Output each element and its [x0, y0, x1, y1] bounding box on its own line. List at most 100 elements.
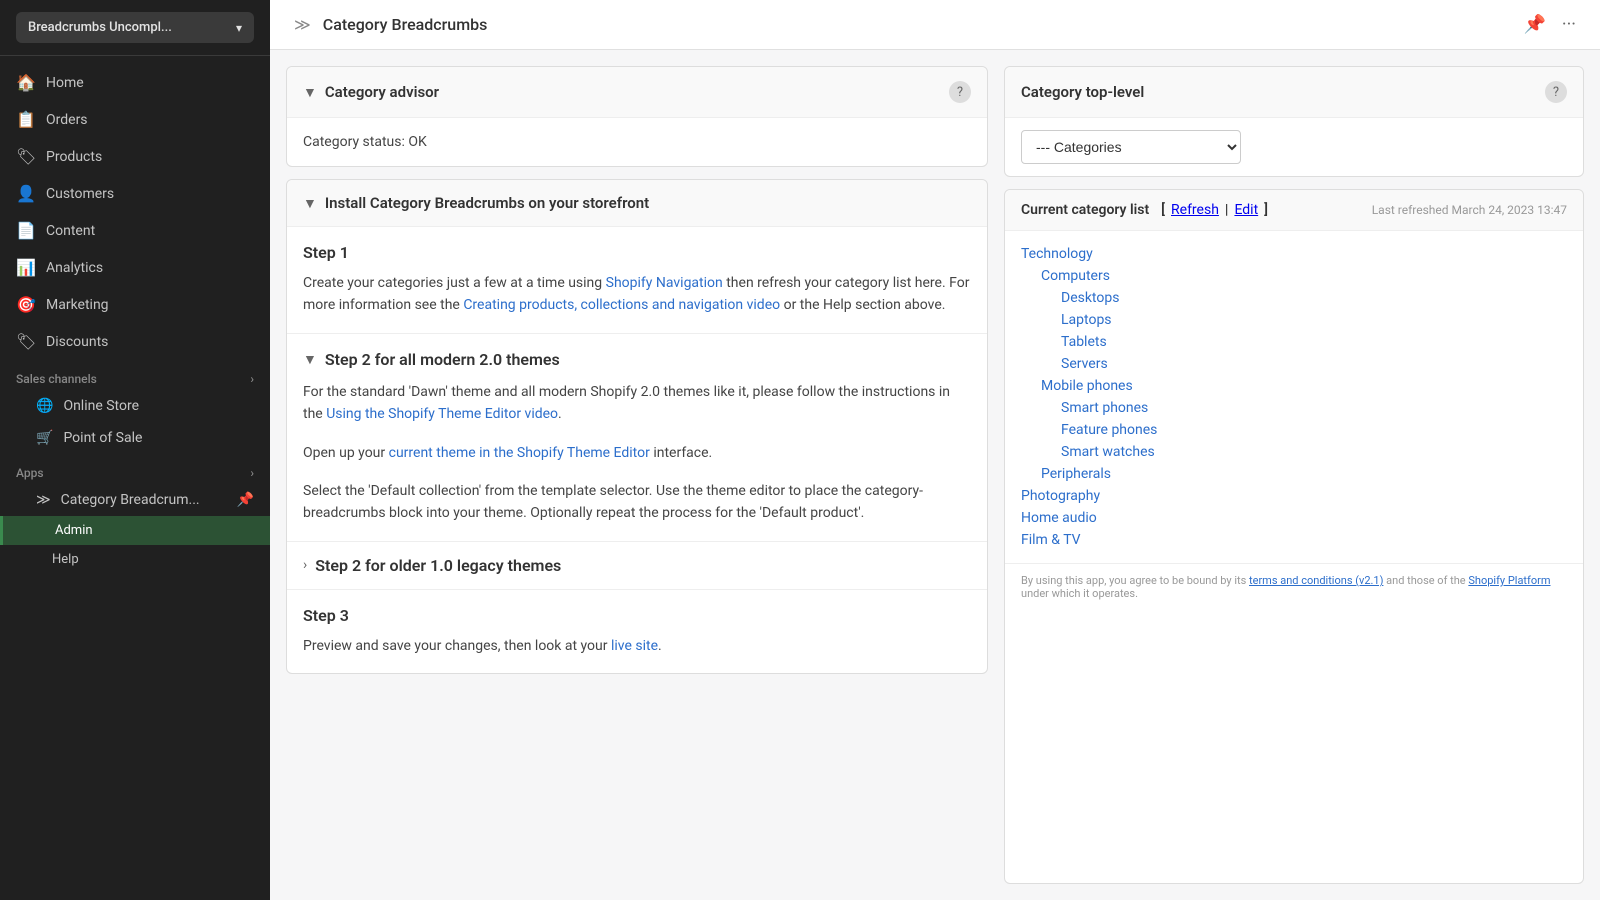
step2-modern-section: ▼ Step 2 for all modern 2.0 themes For t…: [287, 334, 987, 542]
sidebar-item-label: Orders: [46, 112, 88, 128]
products-icon: 🏷: [16, 147, 36, 166]
cat-smart-phones[interactable]: Smart phones: [1021, 397, 1567, 419]
cat-desktops[interactable]: Desktops: [1021, 287, 1567, 309]
step3-heading: Step 3: [303, 606, 971, 625]
sidebar-item-discounts[interactable]: 🏷 Discounts: [0, 323, 270, 360]
sidebar-item-label: Home: [46, 75, 84, 91]
sidebar-item-label: Analytics: [46, 260, 103, 276]
cat-home-audio[interactable]: Home audio: [1021, 507, 1567, 529]
marketing-icon: 🎯: [16, 295, 36, 314]
top-bar-actions: 📌 ···: [1523, 14, 1576, 35]
bracket-close: ]: [1264, 202, 1268, 218]
cat-mobile-phones[interactable]: Mobile phones: [1021, 375, 1567, 397]
cat-smart-watches[interactable]: Smart watches: [1021, 441, 1567, 463]
step1-text-post: or the Help section above.: [780, 297, 945, 313]
home-icon: 🏠: [16, 73, 36, 92]
sidebar-item-point-of-sale[interactable]: 🛒 Point of Sale: [0, 422, 270, 454]
shopify-navigation-link[interactable]: Shopify Navigation: [606, 275, 723, 291]
category-advisor-body: Category status: OK: [287, 118, 987, 166]
sidebar-item-orders[interactable]: 📋 Orders: [0, 101, 270, 138]
step2-modern-text2: Open up your current theme in the Shopif…: [303, 442, 971, 464]
step2-modern-heading: Step 2 for all modern 2.0 themes: [325, 350, 560, 369]
right-panel: Category top-level ? --- Categories Elec…: [1004, 66, 1584, 884]
step2-collapse-icon[interactable]: ▼: [303, 351, 317, 368]
cat-laptops[interactable]: Laptops: [1021, 309, 1567, 331]
step2-legacy-header[interactable]: › Step 2 for older 1.0 legacy themes: [287, 542, 987, 589]
expand-icon[interactable]: ›: [250, 372, 254, 386]
edit-link[interactable]: Edit: [1234, 202, 1258, 218]
cat-photography[interactable]: Photography: [1021, 485, 1567, 507]
category-advisor-title: Category advisor: [325, 83, 439, 101]
step3-section: Step 3 Preview and save your changes, th…: [287, 590, 987, 673]
left-panel: ▼ Category advisor ? Category status: OK…: [286, 66, 988, 884]
sidebar-item-category-breadcrumbs[interactable]: ≫ Category Breadcrum... 📌: [0, 484, 270, 516]
step2-legacy-section: › Step 2 for older 1.0 legacy themes: [287, 542, 987, 590]
step1-text: Create your categories just a few at a t…: [303, 272, 971, 317]
category-advisor-header: ▼ Category advisor ?: [287, 67, 987, 118]
sidebar-item-content[interactable]: 📄 Content: [0, 212, 270, 249]
sidebar-item-customers[interactable]: 👤 Customers: [0, 175, 270, 212]
cat-tablets[interactable]: Tablets: [1021, 331, 1567, 353]
step2-modern-text1: For the standard 'Dawn' theme and all mo…: [303, 381, 971, 426]
top-bar: ≫ Category Breadcrumbs 📌 ···: [270, 0, 1600, 50]
sidebar-item-analytics[interactable]: 📊 Analytics: [0, 249, 270, 286]
current-category-card: Current category list [ Refresh | Edit ]…: [1004, 189, 1584, 884]
category-status: Category status: OK: [303, 134, 427, 150]
cat-feature-phones[interactable]: Feature phones: [1021, 419, 1567, 441]
current-theme-link[interactable]: current theme in the Shopify Theme Edito…: [389, 445, 650, 461]
category-top-level-header: Category top-level ?: [1005, 67, 1583, 118]
terms-link[interactable]: terms and conditions (v2.1): [1249, 574, 1383, 587]
online-store-icon: 🌐: [36, 398, 53, 414]
shopify-platform-link[interactable]: Shopify Platform: [1468, 574, 1550, 587]
cat-computers[interactable]: Computers: [1021, 265, 1567, 287]
step1-section: Step 1 Create your categories just a few…: [287, 227, 987, 334]
cat-technology[interactable]: Technology: [1021, 243, 1567, 265]
install-title: Install Category Breadcrumbs on your sto…: [325, 194, 649, 212]
step2-legacy-collapse-icon[interactable]: ›: [303, 557, 307, 573]
discounts-icon: 🏷: [16, 332, 36, 351]
sidebar-header: Breadcrumbs Uncompl... ▾: [0, 0, 270, 56]
creating-products-link[interactable]: Creating products, collections and navig…: [463, 297, 780, 313]
current-cat-title: Current category list: [1021, 202, 1149, 218]
sidebar-item-home[interactable]: 🏠 Home: [0, 64, 270, 101]
sidebar-item-marketing[interactable]: 🎯 Marketing: [0, 286, 270, 323]
cat-servers[interactable]: Servers: [1021, 353, 1567, 375]
breadcrumb-icon: ≫: [294, 15, 311, 34]
cat-peripherals[interactable]: Peripherals: [1021, 463, 1567, 485]
breadcrumbs-app-icon: ≫: [36, 492, 51, 508]
step2-modern-text3: Select the 'Default collection' from the…: [303, 480, 971, 525]
more-actions-icon[interactable]: ···: [1562, 14, 1576, 35]
sidebar-item-products[interactable]: 🏷 Products: [0, 138, 270, 175]
sales-channels-section: Sales channels ›: [0, 360, 270, 390]
sidebar-item-help[interactable]: Help: [0, 545, 270, 574]
orders-icon: 📋: [16, 110, 36, 129]
collapse-icon[interactable]: ▼: [303, 84, 317, 101]
current-category-header: Current category list [ Refresh | Edit ]…: [1005, 190, 1583, 231]
step2-legacy-heading: Step 2 for older 1.0 legacy themes: [315, 556, 561, 575]
sidebar-item-label: Products: [46, 149, 102, 165]
apps-section: Apps ›: [0, 454, 270, 484]
pin-badge-icon: 📌: [237, 492, 254, 508]
live-site-link[interactable]: live site: [611, 638, 658, 654]
install-collapse-icon[interactable]: ▼: [303, 195, 317, 212]
customers-icon: 👤: [16, 184, 36, 203]
store-name: Breadcrumbs Uncompl...: [28, 20, 172, 35]
category-top-help-icon[interactable]: ?: [1545, 81, 1567, 103]
category-advisor-card: ▼ Category advisor ? Category status: OK: [286, 66, 988, 167]
category-top-level-card: Category top-level ? --- Categories Elec…: [1004, 66, 1584, 177]
apps-expand-icon[interactable]: ›: [250, 466, 254, 480]
category-select[interactable]: --- Categories Electronics Clothing Book…: [1021, 130, 1241, 164]
store-selector[interactable]: Breadcrumbs Uncompl... ▾: [16, 12, 254, 43]
sidebar-item-admin[interactable]: Admin: [0, 516, 270, 545]
pin-icon[interactable]: 📌: [1523, 14, 1545, 35]
cat-film-tv[interactable]: Film & TV: [1021, 529, 1567, 551]
refresh-link[interactable]: Refresh: [1171, 202, 1219, 218]
last-refreshed: Last refreshed March 24, 2023 13:47: [1372, 203, 1567, 217]
analytics-icon: 📊: [16, 258, 36, 277]
help-icon[interactable]: ?: [949, 81, 971, 103]
sidebar-item-label: Marketing: [46, 297, 109, 313]
theme-editor-video-link[interactable]: Using the Shopify Theme Editor video: [326, 406, 558, 422]
sidebar-item-label: Content: [46, 223, 95, 239]
content-icon: 📄: [16, 221, 36, 240]
sidebar-item-online-store[interactable]: 🌐 Online Store: [0, 390, 270, 422]
